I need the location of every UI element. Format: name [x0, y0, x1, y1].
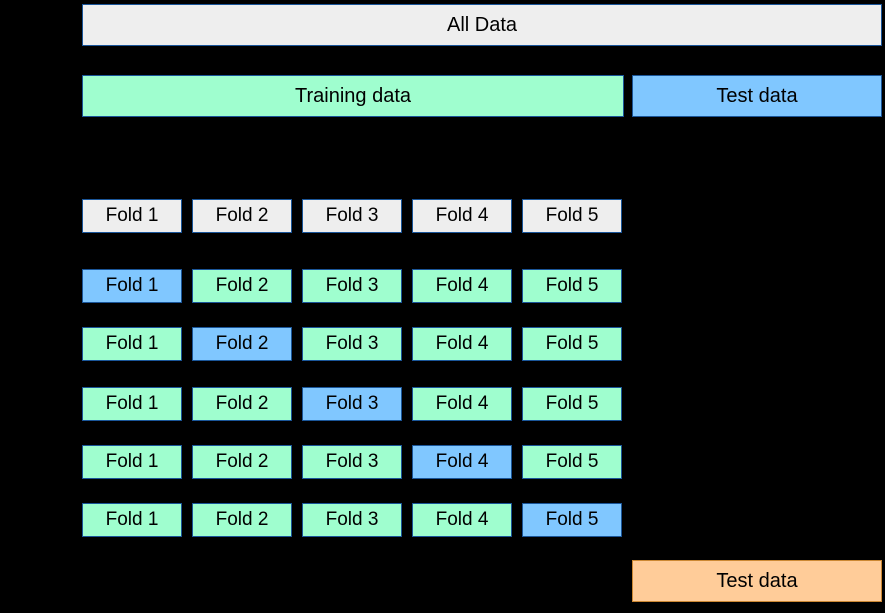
test-data-block-bottom: Test data	[632, 560, 882, 602]
split4-fold1: Fold 1	[82, 445, 182, 479]
split4-fold3: Fold 3	[302, 445, 402, 479]
fold-header-5: Fold 5	[522, 199, 622, 233]
split5-fold1: Fold 1	[82, 503, 182, 537]
split1-fold2: Fold 2	[192, 269, 292, 303]
training-data-block: Training data	[82, 75, 624, 117]
split2-fold1: Fold 1	[82, 327, 182, 361]
split3-fold3-val: Fold 3	[302, 387, 402, 421]
split5-fold4: Fold 4	[412, 503, 512, 537]
split5-fold5-val: Fold 5	[522, 503, 622, 537]
split5-fold2: Fold 2	[192, 503, 292, 537]
split2-fold4: Fold 4	[412, 327, 512, 361]
split3-fold1: Fold 1	[82, 387, 182, 421]
split3-fold4: Fold 4	[412, 387, 512, 421]
split2-fold2-val: Fold 2	[192, 327, 292, 361]
fold-header-2: Fold 2	[192, 199, 292, 233]
split1-fold4: Fold 4	[412, 269, 512, 303]
fold-header-4: Fold 4	[412, 199, 512, 233]
split5-fold3: Fold 3	[302, 503, 402, 537]
test-data-block-top: Test data	[632, 75, 882, 117]
split3-fold2: Fold 2	[192, 387, 292, 421]
fold-header-1: Fold 1	[82, 199, 182, 233]
split3-fold5: Fold 5	[522, 387, 622, 421]
split4-fold5: Fold 5	[522, 445, 622, 479]
split4-fold2: Fold 2	[192, 445, 292, 479]
fold-header-3: Fold 3	[302, 199, 402, 233]
split1-fold3: Fold 3	[302, 269, 402, 303]
split1-fold1-val: Fold 1	[82, 269, 182, 303]
split1-fold5: Fold 5	[522, 269, 622, 303]
split2-fold5: Fold 5	[522, 327, 622, 361]
all-data-block: All Data	[82, 4, 882, 46]
split4-fold4-val: Fold 4	[412, 445, 512, 479]
split2-fold3: Fold 3	[302, 327, 402, 361]
